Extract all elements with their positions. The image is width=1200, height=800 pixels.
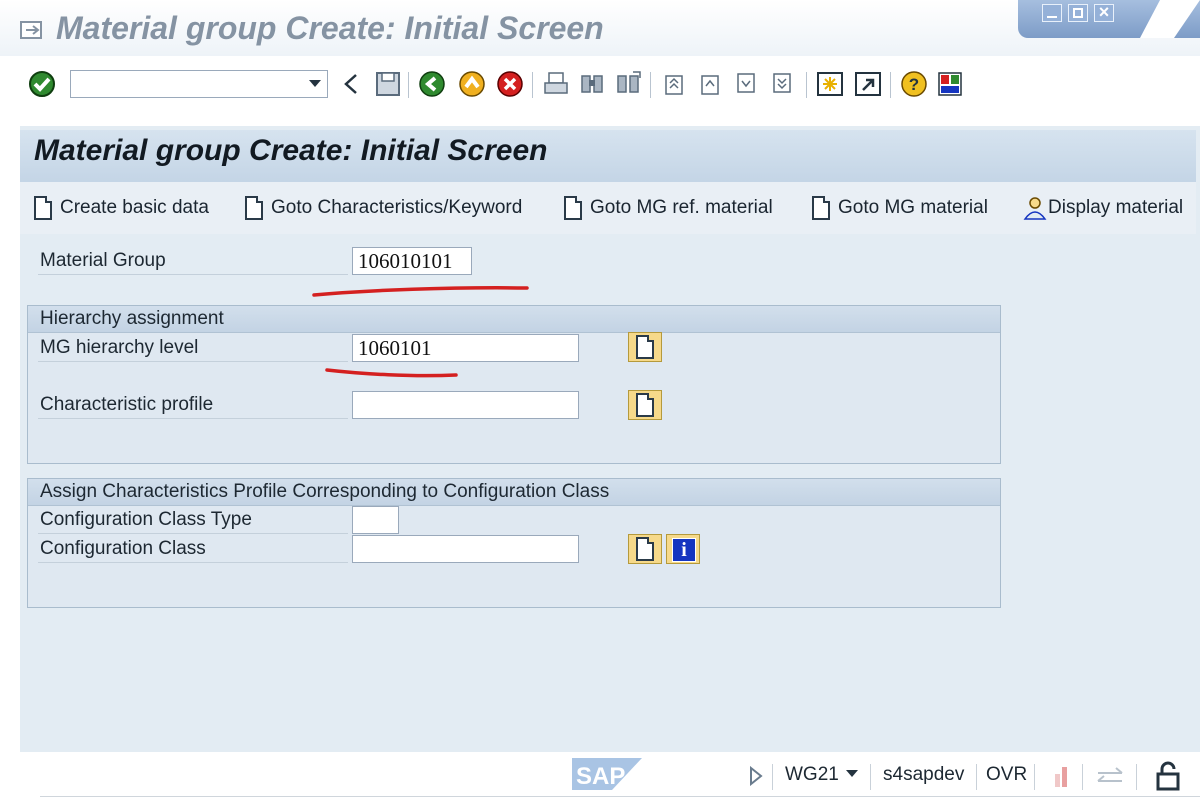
print-icon[interactable] — [542, 70, 570, 98]
last-page-icon[interactable] — [768, 70, 796, 98]
connection-icon — [1055, 767, 1067, 787]
person-icon — [1023, 197, 1047, 220]
transfer-icon — [1097, 767, 1123, 782]
document-icon — [636, 393, 654, 417]
find-next-icon[interactable] — [614, 70, 642, 98]
cancel-icon[interactable] — [496, 70, 524, 98]
sap-logo: SAP — [572, 758, 642, 790]
menu-icon[interactable] — [20, 20, 44, 40]
label-underline — [38, 533, 348, 534]
command-dropdown-icon[interactable] — [309, 80, 321, 87]
material-group-label: Material Group — [40, 250, 166, 271]
mg-hierarchy-level-input[interactable]: 1060101 — [352, 334, 579, 362]
document-icon — [564, 196, 582, 220]
next-page-icon[interactable] — [732, 70, 760, 98]
find-icon[interactable] — [578, 70, 606, 98]
status-separator — [870, 764, 871, 790]
toolbar-separator — [806, 72, 807, 98]
document-icon — [636, 537, 654, 561]
status-separator — [1034, 764, 1035, 790]
back-icon[interactable] — [418, 70, 446, 98]
status-separator — [772, 764, 773, 790]
label-underline — [38, 274, 348, 275]
toolbar-separator — [532, 72, 533, 98]
document-icon — [34, 196, 52, 220]
goto-characteristics-keyword-button[interactable]: Goto Characteristics/Keyword — [245, 194, 522, 222]
system-dropdown-icon[interactable] — [846, 770, 858, 777]
maximize-icon[interactable] — [1068, 4, 1088, 22]
svg-text:?: ? — [909, 75, 919, 94]
goto-mg-ref-material-button[interactable]: Goto MG ref. material — [564, 194, 773, 222]
red-annotation-underline — [312, 286, 529, 297]
customize-layout-icon[interactable] — [936, 70, 964, 98]
exit-icon[interactable] — [458, 70, 486, 98]
configuration-class-label: Configuration Class — [40, 538, 206, 559]
label-underline — [38, 562, 348, 563]
material-group-input[interactable]: 106010101 — [352, 247, 472, 275]
expand-status-icon[interactable] — [748, 766, 764, 786]
help-icon[interactable]: ? — [900, 70, 928, 98]
previous-page-icon[interactable] — [696, 70, 724, 98]
toolbar-separator — [650, 72, 651, 98]
window-title: Material group Create: Initial Screen — [56, 10, 604, 46]
label-underline — [38, 361, 348, 362]
lock-icon[interactable] — [1152, 760, 1184, 792]
group-title: Assign Characteristics Profile Correspon… — [40, 481, 610, 502]
document-icon — [636, 335, 654, 359]
configuration-class-type-label: Configuration Class Type — [40, 509, 252, 530]
system-toolbar: ? — [0, 56, 1200, 112]
screen-title: Material group Create: Initial Screen — [34, 134, 548, 167]
configuration-class-input[interactable] — [352, 535, 579, 563]
goto-mg-material-button[interactable]: Goto MG material — [812, 194, 988, 222]
close-icon[interactable] — [1094, 2, 1114, 23]
system-name: s4sapdev — [883, 764, 965, 785]
group-title: Hierarchy assignment — [40, 308, 224, 329]
command-field[interactable] — [70, 70, 328, 98]
transaction-code: WG21 — [785, 764, 839, 785]
characteristic-profile-input[interactable] — [352, 391, 579, 419]
document-icon — [245, 196, 263, 220]
toolbar-separator — [890, 72, 891, 98]
document-icon — [812, 196, 830, 220]
insert-mode: OVR — [986, 764, 1028, 785]
first-page-icon[interactable] — [660, 70, 688, 98]
create-characteristic-profile-button[interactable] — [628, 390, 662, 420]
info-icon: i — [672, 538, 696, 562]
characteristic-profile-label: Characteristic profile — [40, 394, 214, 415]
hierarchy-assignment-group: Hierarchy assignment — [27, 305, 1001, 464]
minimize-icon[interactable] — [1042, 4, 1062, 22]
display-material-button[interactable]: Display material — [1022, 194, 1183, 222]
status-baseline — [40, 796, 1200, 797]
status-separator — [1082, 764, 1083, 790]
information-button[interactable]: i — [666, 534, 700, 564]
status-separator — [1136, 764, 1137, 790]
shortcut-icon[interactable] — [854, 70, 882, 98]
toolbar-separator — [408, 72, 409, 98]
label-underline — [38, 418, 348, 419]
create-configuration-class-button[interactable] — [628, 534, 662, 564]
create-session-icon[interactable] — [816, 70, 844, 98]
enter-check-icon[interactable] — [28, 70, 56, 98]
red-annotation-underline — [325, 368, 458, 378]
save-icon[interactable] — [374, 70, 402, 98]
create-basic-data-button[interactable]: Create basic data — [34, 194, 209, 222]
back-triangle-icon[interactable] — [338, 70, 366, 98]
group-header: Assign Characteristics Profile Correspon… — [28, 479, 1000, 506]
group-header: Hierarchy assignment — [28, 306, 1000, 333]
status-separator — [976, 764, 977, 790]
svg-text:SAP: SAP — [576, 763, 625, 790]
window-frame-decoration — [1140, 0, 1200, 38]
create-hierarchy-level-button[interactable] — [628, 332, 662, 362]
configuration-class-type-input[interactable] — [352, 506, 399, 534]
mg-hierarchy-level-label: MG hierarchy level — [40, 337, 199, 358]
